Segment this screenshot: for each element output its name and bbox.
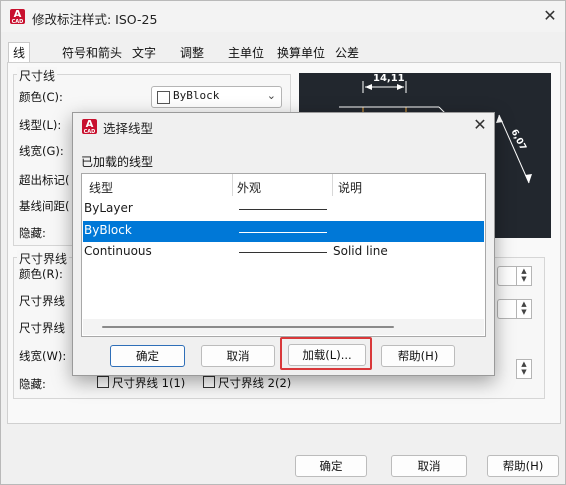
tab-symbols-arrows[interactable]: 符号和箭头 — [58, 43, 126, 63]
close-icon[interactable]: ✕ — [469, 115, 491, 137]
ext-line2-checkbox-label: 尺寸界线 2(2) — [218, 376, 292, 390]
color-swatch — [157, 91, 170, 104]
ext-line1-checkbox-label: 尺寸界线 1(1) — [112, 376, 186, 390]
loaded-linetypes-label: 已加载的线型 — [81, 155, 154, 169]
dialog-cancel-button[interactable]: 取消 — [201, 345, 275, 367]
spin-up-icon[interactable]: ▲ — [517, 300, 531, 308]
dialog-title: 选择线型 — [103, 121, 154, 136]
load-linetype-button[interactable]: 加载(L)... — [288, 344, 366, 366]
lineweight-label: 线宽(G): — [19, 144, 64, 158]
linetype-list[interactable]: 线型 外观 说明 ByLayer ByBlock Continuous Soli… — [81, 173, 486, 337]
column-header-appearance[interactable]: 外观 — [237, 179, 261, 196]
list-item-continuous-description: Solid line — [333, 244, 388, 258]
fixed-length-spinner[interactable]: ▲ ▼ — [516, 359, 532, 379]
extension-lines-group-label: 尺寸界线 — [17, 250, 70, 267]
ext-line2-checkbox[interactable] — [203, 376, 215, 388]
dialog-ok-button[interactable]: 确定 — [110, 345, 185, 367]
linetype-appearance-sample — [239, 252, 327, 253]
list-item-bylayer[interactable]: ByLayer — [84, 201, 133, 215]
preview-dimension-text: 14,11 — [373, 73, 405, 84]
ext-color-label: 颜色(R): — [19, 267, 63, 281]
linetype-label: 线型(L): — [19, 118, 62, 132]
dialog-help-button[interactable]: 帮助(H) — [381, 345, 455, 367]
column-header-description[interactable]: 说明 — [338, 179, 362, 196]
outer-help-button[interactable]: 帮助(H) — [487, 455, 559, 477]
close-icon[interactable]: ✕ — [539, 6, 561, 28]
column-separator — [332, 174, 333, 196]
ext-lineweight-label: 线宽(W): — [19, 349, 67, 363]
outer-window-title: 修改标注样式: ISO-25 — [32, 12, 158, 27]
outer-cancel-button[interactable]: 取消 — [391, 455, 467, 477]
color-combobox[interactable]: ByBlock ⌄ — [151, 86, 282, 108]
spin-up-icon[interactable]: ▲ — [517, 360, 531, 368]
tab-fit[interactable]: 调整 — [176, 43, 208, 63]
chevron-down-icon: ⌄ — [266, 89, 276, 102]
outer-ok-button[interactable]: 确定 — [295, 455, 367, 477]
autocad-app-icon: A CAD — [10, 9, 25, 25]
column-header-linetype[interactable]: 线型 — [89, 179, 113, 196]
spin-down-icon[interactable]: ▼ — [517, 308, 531, 316]
hide-label: 隐藏: — [19, 226, 46, 240]
ext-offset-spinner[interactable]: ▲ ▼ — [516, 299, 532, 319]
ext-beyond-input[interactable] — [497, 266, 518, 286]
linetype-appearance-sample — [239, 232, 327, 233]
ext-line1-checkbox[interactable] — [97, 376, 109, 388]
ext-linetype1-label: 尺寸界线 — [19, 294, 65, 308]
tab-text[interactable]: 文字 — [128, 43, 160, 63]
column-separator — [232, 174, 233, 196]
baseline-spacing-label: 基线间距( — [19, 199, 70, 213]
color-combobox-value: ByBlock — [173, 89, 220, 102]
list-item-continuous[interactable]: Continuous — [84, 244, 152, 258]
extend-beyond-ticks-label: 超出标记( — [19, 173, 70, 187]
autocad-app-icon: A CAD — [82, 119, 97, 135]
tab-alternate-units[interactable]: 换算单位 — [273, 43, 329, 63]
ext-beyond-spinner[interactable]: ▲ ▼ — [516, 266, 532, 286]
spin-down-icon[interactable]: ▼ — [517, 275, 531, 283]
ext-linetype2-label: 尺寸界线 — [19, 321, 65, 335]
dimension-lines-group-label: 尺寸线 — [17, 67, 58, 84]
linetype-appearance-sample — [239, 209, 327, 210]
color-label: 颜色(C): — [19, 90, 63, 104]
spin-up-icon[interactable]: ▲ — [517, 267, 531, 275]
tab-primary-units[interactable]: 主单位 — [224, 43, 268, 63]
spin-down-icon[interactable]: ▼ — [517, 368, 531, 376]
ext-hide-label: 隐藏: — [19, 377, 46, 391]
select-linetype-dialog: A CAD 选择线型 ✕ 已加载的线型 线型 外观 说明 ByLayer ByBl… — [72, 112, 495, 376]
tab-lines[interactable]: 线 — [8, 42, 31, 63]
tab-tolerances[interactable]: 公差 — [331, 43, 363, 63]
list-item-byblock[interactable]: ByBlock — [84, 223, 132, 237]
ext-offset-input[interactable] — [497, 299, 518, 319]
scrollbar-thumb[interactable] — [102, 326, 394, 328]
